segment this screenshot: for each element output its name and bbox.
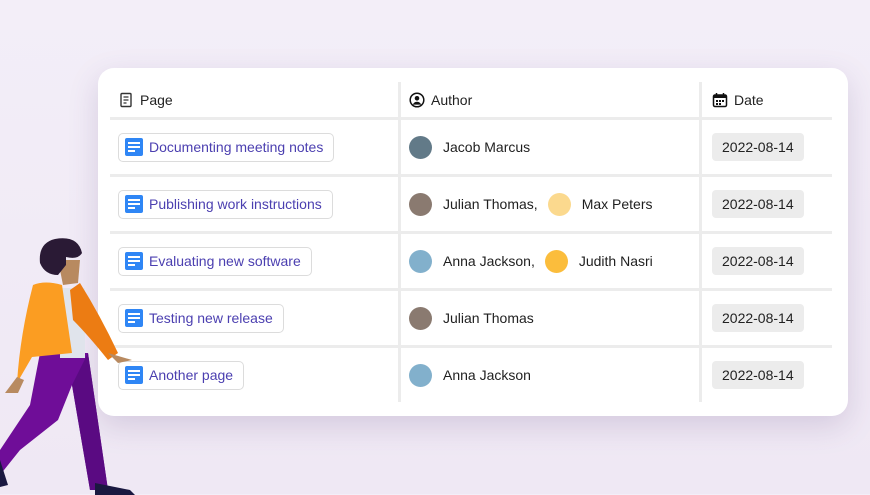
author-avatar — [409, 249, 432, 273]
date-cell: 2022-08-14 — [702, 291, 832, 345]
author-avatar — [409, 306, 432, 330]
author-avatar — [409, 363, 432, 387]
table-row: Documenting meeting notes Jacob Marcus 2… — [110, 117, 832, 174]
page-link[interactable]: Documenting meeting notes — [118, 132, 335, 162]
author-name[interactable]: Julian Thomas — [443, 310, 534, 326]
page-title: Another page — [149, 367, 234, 383]
author-name[interactable]: Anna Jackson, — [443, 253, 535, 269]
date-badge[interactable]: 2022-08-14 — [712, 304, 804, 332]
page-title: Evaluating new software — [149, 253, 301, 269]
page-title: Documenting meeting notes — [149, 139, 324, 155]
walking-person-illustration — [0, 238, 135, 495]
author-name[interactable]: Julian Thomas, — [443, 196, 538, 212]
page-cell: Another page — [110, 348, 401, 402]
page-cell: Publishing work instructions — [110, 177, 401, 231]
document-icon — [118, 92, 134, 108]
page-title: Testing new release — [149, 310, 273, 326]
page-cell: Documenting meeting notes — [110, 120, 401, 174]
header-author-label: Author — [431, 91, 473, 108]
table-row: Evaluating new software Anna Jackson, Jud… — [110, 231, 832, 288]
header-page[interactable]: Page — [110, 82, 401, 117]
page-cell: Testing new release — [110, 291, 401, 345]
author-name[interactable]: Judith Nasri — [579, 253, 653, 269]
author-name[interactable]: Jacob Marcus — [443, 139, 530, 155]
page-doc-icon — [125, 138, 143, 156]
author-cell: Anna Jackson — [401, 348, 702, 402]
pages-table-card: Page Author Date Documenting meeting not… — [98, 68, 848, 416]
table-header: Page Author Date — [110, 82, 832, 117]
author-avatar — [409, 192, 432, 216]
date-badge[interactable]: 2022-08-14 — [712, 247, 804, 275]
page-doc-icon — [125, 195, 143, 213]
header-date[interactable]: Date — [702, 82, 832, 117]
author-name[interactable]: Max Peters — [582, 196, 653, 212]
author-cell: Anna Jackson, Judith Nasri — [401, 234, 702, 288]
pages-table: Page Author Date Documenting meeting not… — [110, 82, 832, 402]
header-page-label: Page — [140, 91, 173, 108]
author-cell: Julian Thomas, Max Peters — [401, 177, 702, 231]
table-row: Another page Anna Jackson 2022-08-14 — [110, 345, 832, 402]
page-cell: Evaluating new software — [110, 234, 401, 288]
author-avatar — [544, 249, 568, 273]
calendar-icon — [712, 92, 728, 108]
page-link[interactable]: Publishing work instructions — [118, 189, 333, 219]
date-cell: 2022-08-14 — [702, 234, 832, 288]
author-name[interactable]: Anna Jackson — [443, 367, 531, 383]
date-badge[interactable]: 2022-08-14 — [712, 190, 804, 218]
user-circle-icon — [409, 91, 425, 108]
date-cell: 2022-08-14 — [702, 120, 832, 174]
author-cell: Julian Thomas — [401, 291, 702, 345]
date-cell: 2022-08-14 — [702, 177, 832, 231]
date-badge[interactable]: 2022-08-14 — [712, 361, 804, 389]
author-cell: Jacob Marcus — [401, 120, 702, 174]
table-row: Publishing work instructions Julian Thom… — [110, 174, 832, 231]
author-avatar — [547, 192, 571, 216]
author-avatar — [409, 135, 432, 159]
header-date-label: Date — [734, 91, 764, 108]
table-row: Testing new release Julian Thomas 2022-0… — [110, 288, 832, 345]
page-title: Publishing work instructions — [149, 196, 322, 212]
header-author[interactable]: Author — [401, 82, 702, 117]
date-badge[interactable]: 2022-08-14 — [712, 133, 804, 161]
date-cell: 2022-08-14 — [702, 348, 832, 402]
